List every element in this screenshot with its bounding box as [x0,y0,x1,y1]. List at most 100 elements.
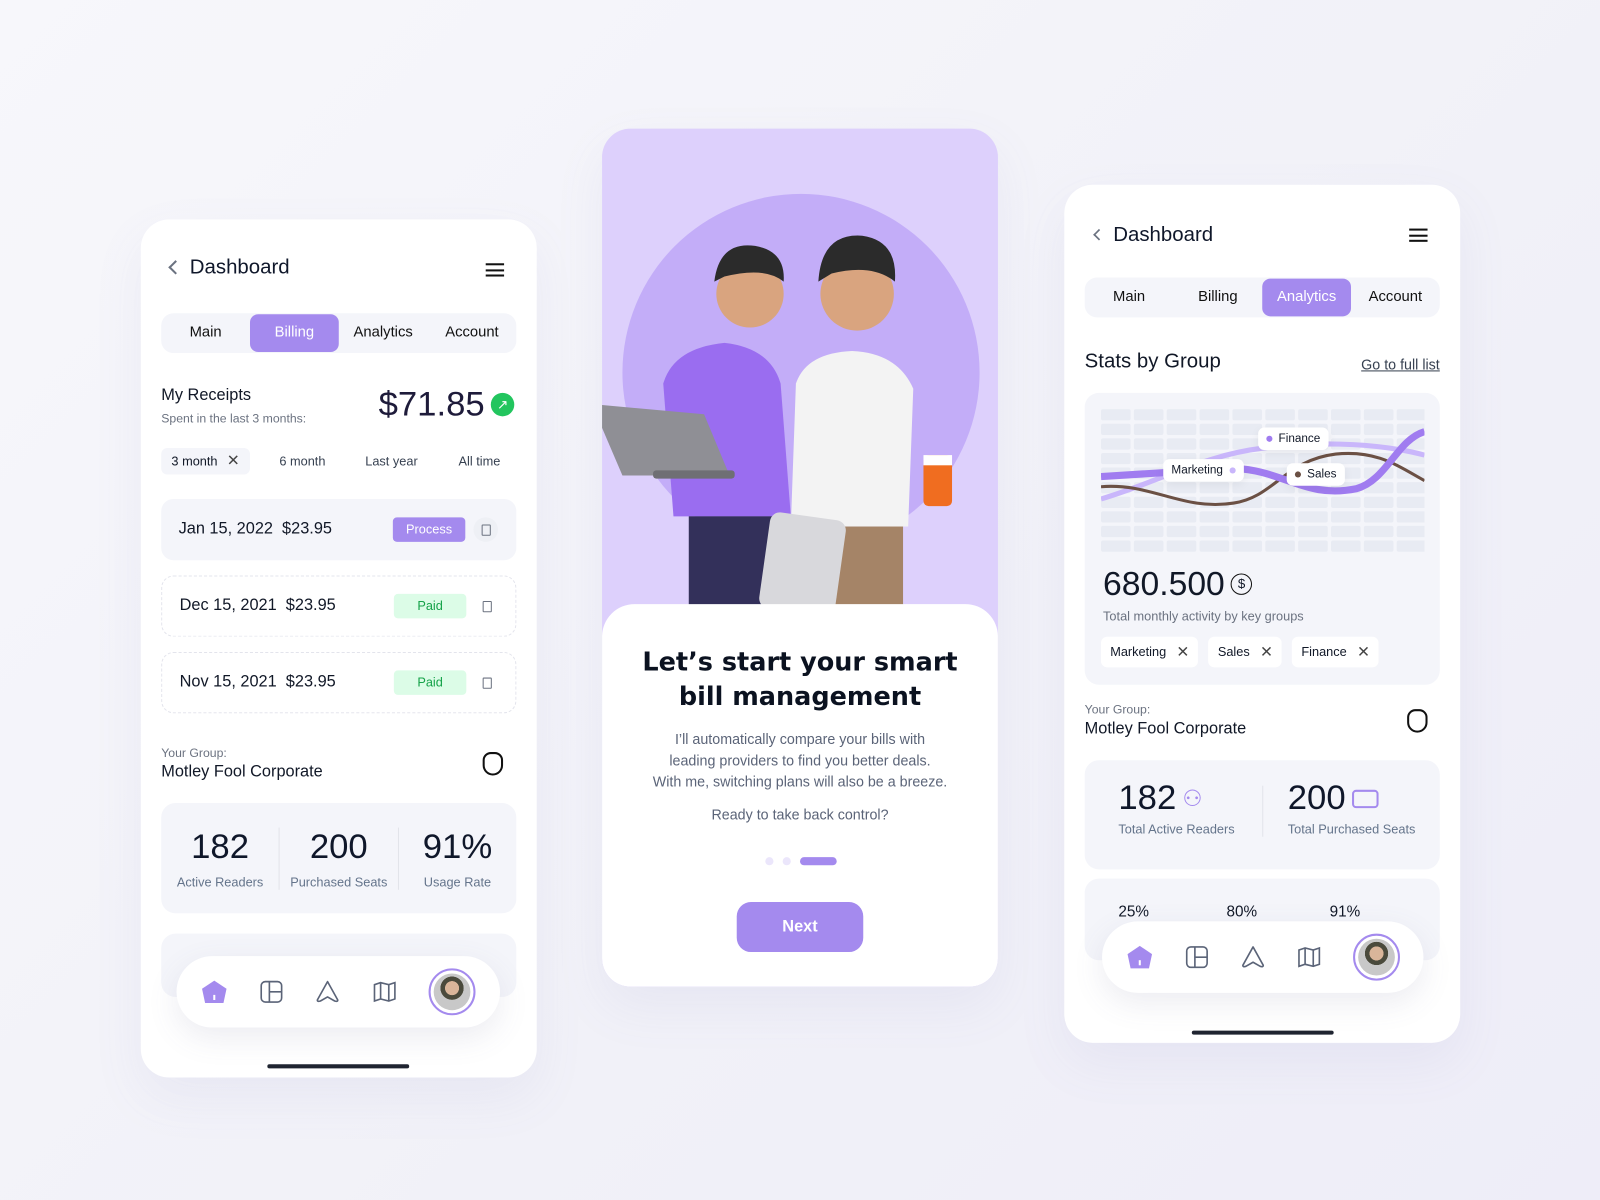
menu-icon[interactable] [1409,228,1428,242]
grid-cell [1331,511,1361,523]
grid-cell [1232,525,1263,538]
chart-panel: Finance Marketing Sales 680.500 $ Total m… [1084,392,1440,685]
group-label: Your Group: [161,745,227,761]
back-icon[interactable] [168,260,183,275]
receipt-amount: $23.95 [285,596,336,615]
layout-icon[interactable] [1184,945,1208,969]
home-icon[interactable] [201,980,228,1004]
grid-cell [1133,511,1164,523]
body-line: With me, switching plans will also be a … [652,773,948,790]
grid-cell [1298,496,1328,508]
page-title: Dashboard [189,256,290,279]
stat-total-purchased-seats: 200 Total Purchased Seats [1288,779,1416,837]
group-name: Motley Fool Corporate [161,763,323,781]
pager-dot[interactable] [782,857,791,866]
grid-cell [1265,540,1295,552]
back-icon[interactable] [1093,228,1105,241]
grid-cell [1331,525,1361,538]
close-icon[interactable]: ✕ [227,453,240,468]
grid-cell [1232,409,1263,421]
chip-sales[interactable]: Sales ✕ [1208,636,1282,668]
tab-main[interactable]: Main [1085,279,1174,317]
billing-screen: Dashboard Main Billing Analytics Account… [140,219,537,1078]
home-indicator [1191,1030,1334,1035]
stat-value: 200 [1287,778,1346,818]
chip-finance[interactable]: Finance ✕ [1292,636,1379,668]
tab-main[interactable]: Main [161,314,250,352]
tab-billing[interactable]: Billing [249,314,339,353]
tab-billing[interactable]: Billing [1173,279,1262,317]
grid-cell [1331,540,1361,552]
tab-account[interactable]: Account [1351,279,1440,317]
home-indicator [267,1064,410,1069]
grid-cell [1363,496,1394,508]
tab-analytics[interactable]: Analytics [339,314,428,352]
filter-6-month[interactable]: 6 month [279,454,325,468]
map-icon[interactable] [372,980,396,1004]
grid-cell [1133,409,1164,421]
next-button[interactable]: Next [736,902,864,953]
grid-cell [1298,525,1328,538]
chart-label-finance: Finance [1258,427,1329,450]
document-icon[interactable] [473,517,498,542]
chip-marketing[interactable]: Marketing ✕ [1101,636,1199,668]
bottom-nav [176,956,500,1028]
grid-cell [1199,438,1230,450]
layout-icon[interactable] [259,980,283,1004]
series-label: Sales [1307,468,1337,481]
close-icon[interactable]: ✕ [1357,643,1370,661]
stat-usage-rate: 91% Usage Rate [399,827,517,889]
avatar[interactable] [1352,933,1400,981]
document-icon[interactable] [474,594,498,618]
shield-search-icon[interactable] [482,752,504,776]
tab-analytics[interactable]: Analytics [1262,278,1352,317]
stat-value: 182 [1118,778,1177,818]
total-amount: 680.500 [1103,564,1225,603]
home-icon[interactable] [1126,945,1153,969]
grid-cell [1396,409,1425,421]
receipt-row[interactable]: Dec 15, 2021 $23.95 Paid [161,575,517,637]
avatar[interactable] [428,968,476,1016]
receipt-date: Nov 15, 2021 [179,673,277,691]
grid-cell [1133,540,1164,552]
grid-cell [1133,525,1164,538]
filter-3-month[interactable]: 3 month ✕ [161,447,250,475]
grid-cell [1363,409,1394,421]
grid-cell [1265,409,1295,421]
tab-account[interactable]: Account [428,314,517,352]
receipts-amount: $71.85 [378,384,485,424]
document-icon[interactable] [474,670,498,694]
close-icon[interactable]: ✕ [1176,643,1189,661]
grid-cell [1331,409,1361,421]
grid-cell [1331,496,1361,508]
receipt-row[interactable]: Jan 15, 2022 $23.95 Process [161,498,517,561]
pager-dot-active[interactable] [799,857,837,866]
shield-search-icon[interactable] [1407,709,1428,733]
full-list-link[interactable]: Go to full list [1361,356,1440,372]
grid-cell [1265,511,1295,523]
grid-cell [1133,438,1164,450]
stat-label: Active Readers [176,874,264,890]
navigation-icon[interactable] [316,980,340,1004]
grid-cell [1298,511,1328,523]
navigation-icon[interactable] [1240,945,1264,969]
grid-cell [1101,525,1131,538]
pager-dot[interactable] [765,857,774,866]
stat-label: Usage Rate [423,874,492,890]
filter-last-year[interactable]: Last year [365,454,417,468]
close-icon[interactable]: ✕ [1260,643,1273,661]
grid-cell [1232,540,1263,552]
pager-dots [765,857,837,866]
grid-cell [1331,423,1361,435]
onboarding-prompt: Ready to take back control? [711,806,889,823]
stat-purchased-seats: 200 Purchased Seats [280,827,399,890]
receipt-row[interactable]: Nov 15, 2021 $23.95 Paid [161,652,517,714]
grid-cell [1396,511,1425,523]
bottom-nav [1102,921,1424,993]
filter-all-time[interactable]: All time [459,454,501,468]
menu-icon[interactable] [485,263,505,277]
grid-cell [1166,409,1197,421]
chart-label-sales: Sales [1286,463,1345,486]
grid-cell [1166,525,1197,538]
map-icon[interactable] [1296,945,1320,969]
